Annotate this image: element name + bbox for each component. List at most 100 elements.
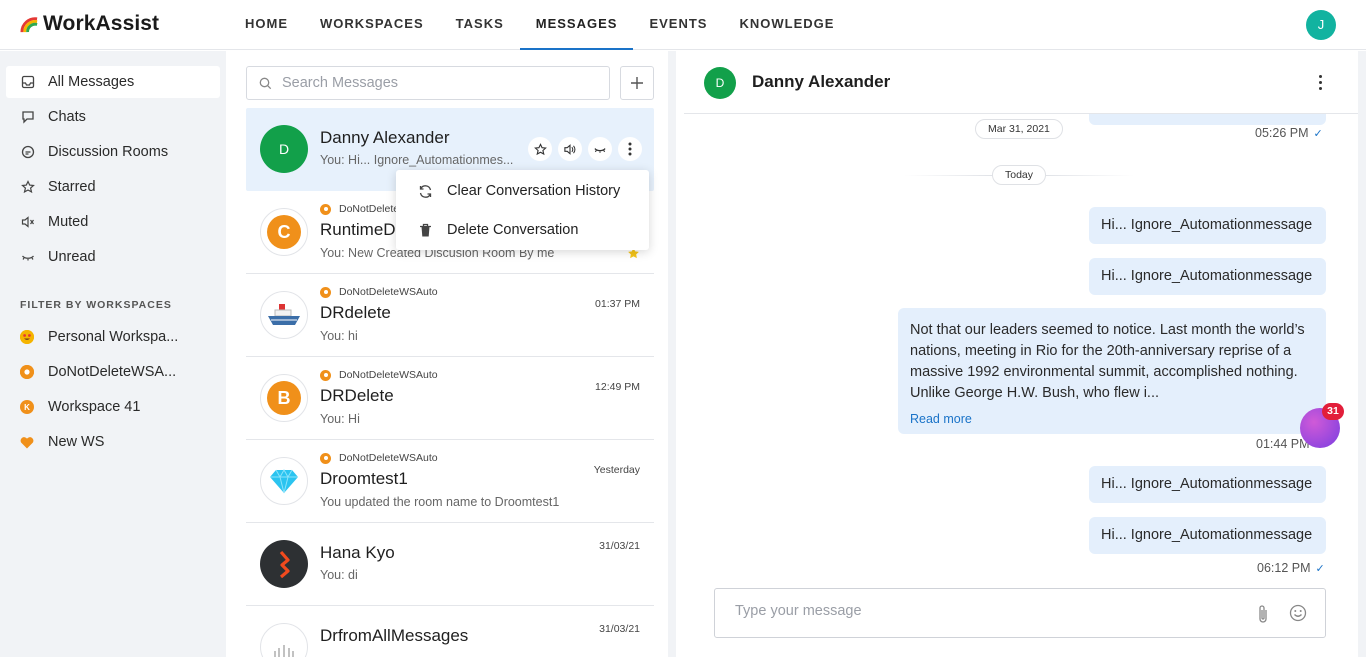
nav-knowledge[interactable]: KNOWLEDGE (723, 0, 850, 50)
message-bubble: Hi... Ignore_Automationmessage (1089, 258, 1326, 295)
sidebar-item-starred[interactable]: Starred (6, 171, 220, 203)
conversation-item-drdelete[interactable]: DoNotDeleteWSAuto DRdelete You: hi 01:37… (246, 274, 654, 357)
message-input[interactable] (735, 603, 1235, 619)
delete-conversation-menu-item[interactable]: Delete Conversation (396, 211, 649, 249)
workspace-filter-personal[interactable]: Personal Workspa... (6, 321, 220, 353)
eye-closed-icon (20, 249, 36, 265)
conversation-quick-actions (528, 137, 642, 161)
conversation-preview: You: Hi (320, 412, 360, 426)
avatar: B (260, 374, 308, 422)
read-check-icon: ✓ (1313, 127, 1323, 140)
star-conversation-button[interactable] (528, 137, 552, 161)
conversation-item-drfromallmessages[interactable]: DrfromAllMessages 31/03/21 (246, 606, 654, 657)
group-icon (260, 623, 308, 657)
ring-icon (320, 369, 331, 381)
notification-count-badge: 31 (1322, 403, 1344, 420)
nav-home[interactable]: HOME (229, 0, 304, 50)
trash-icon (417, 223, 433, 238)
sidebar-item-label: Unread (48, 249, 96, 265)
sidebar-item-label: All Messages (48, 74, 135, 90)
main-nav: HOME WORKSPACES TASKS MESSAGES EVENTS KN… (229, 0, 850, 50)
conversation-workspace: DoNotDeleteWSAuto (320, 286, 438, 298)
contact-name[interactable]: Danny Alexander (752, 72, 890, 92)
nav-tasks[interactable]: TASKS (440, 0, 520, 50)
nav-events[interactable]: EVENTS (633, 0, 723, 50)
sidebar-item-unread[interactable]: Unread (6, 241, 220, 273)
workspace-filter-donotdelete[interactable]: DoNotDeleteWSA... (6, 356, 220, 388)
app-name: WorkAssist (43, 12, 160, 35)
conversation-list-panel: D Danny Alexander You: Hi... Ignore_Auto… (226, 51, 676, 657)
sidebar-item-label: Discussion Rooms (48, 144, 169, 160)
emoji-icon[interactable] (1289, 604, 1307, 622)
conversation-name: Droomtest1 (320, 469, 408, 488)
conversation-item-droomtest1[interactable]: DoNotDeleteWSAuto Droomtest1 You updated… (246, 440, 654, 523)
search-box[interactable] (246, 66, 610, 100)
mark-unread-button[interactable] (588, 137, 612, 161)
conversation-preview: You: di (320, 568, 358, 582)
workspace-filter-new-ws[interactable]: New WS (6, 426, 220, 458)
conversation-time: 31/03/21 (599, 623, 640, 635)
message-time: 06:12 PM ✓ (1257, 561, 1325, 575)
read-more-link[interactable]: Read more (910, 409, 1314, 430)
ship-icon (260, 291, 308, 339)
clear-history-menu-item[interactable]: Clear Conversation History (396, 172, 649, 210)
new-conversation-button[interactable] (620, 66, 654, 100)
sidebar-item-label: Starred (48, 179, 96, 195)
paperclip-icon[interactable] (1254, 604, 1272, 624)
message-bubble: Hi... Ignore_Automationmessage (1089, 466, 1326, 503)
app-logo[interactable]: WorkAssist (20, 11, 159, 37)
plus-icon (631, 77, 643, 89)
conversation-preview: You: hi (320, 329, 358, 343)
ring-icon (320, 286, 331, 298)
inbox-icon (20, 74, 36, 90)
conversation-name: Danny Alexander (320, 128, 450, 147)
workspace-label: Workspace 41 (48, 399, 141, 415)
contact-avatar[interactable]: D (704, 67, 736, 99)
sidebar-item-chats[interactable]: Chats (6, 101, 220, 133)
mute-conversation-button[interactable] (558, 137, 582, 161)
star-icon (533, 142, 547, 155)
conversation-time: 12:49 PM (595, 381, 640, 393)
sidebar-item-all-messages[interactable]: All Messages (6, 66, 220, 98)
search-input[interactable] (282, 75, 582, 91)
message-time: 05:26 PM ✓ (1255, 126, 1323, 140)
user-avatar[interactable]: J (1306, 10, 1336, 40)
conversation-item-drdelete-b[interactable]: B DoNotDeleteWSAuto DRDelete You: Hi 12:… (246, 357, 654, 440)
refresh-icon (417, 184, 433, 199)
conversation-time: 31/03/21 (599, 540, 640, 552)
rainbow-logo-icon (20, 16, 38, 32)
kebab-icon (628, 142, 632, 156)
message-bubble: Not that our leaders seemed to notice. L… (898, 308, 1326, 434)
message-bubble: Hi... Ignore_Automationmessage (1089, 207, 1326, 244)
sidebar-item-label: Muted (48, 214, 89, 230)
filter-by-workspaces-heading: FILTER BY WORKSPACES (20, 299, 172, 311)
workspace-label: Personal Workspa... (48, 329, 179, 345)
more-options-button[interactable] (618, 137, 642, 161)
conversation-name: DRdelete (320, 303, 391, 322)
conversation-time: 01:37 PM (595, 298, 640, 310)
conversation-item-hana-kyo[interactable]: Hana Kyo You: di 31/03/21 (246, 523, 654, 606)
conversation-name: RuntimeDr (320, 220, 402, 239)
chat-scrollbar-track[interactable] (1358, 51, 1366, 657)
emoji-face-icon (20, 330, 34, 344)
search-icon (259, 77, 272, 89)
conversation-context-menu: Clear Conversation History Delete Conver… (396, 170, 649, 250)
workspace-letter-icon: K (20, 400, 34, 414)
message-composer (714, 588, 1326, 638)
chat-bubble-icon (20, 109, 36, 125)
discussion-icon (20, 144, 36, 160)
sidebar-item-discussion-rooms[interactable]: Discussion Rooms (6, 136, 220, 168)
conversation-workspace: DoNotDeleteWSAuto (320, 452, 438, 464)
star-icon (20, 179, 36, 195)
conversation-time: Yesterday (593, 464, 640, 476)
chat-header: D Danny Alexander (684, 51, 1366, 114)
sidebar-item-muted[interactable]: Muted (6, 206, 220, 238)
diamond-icon (260, 457, 308, 505)
chat-options-button[interactable] (1310, 69, 1330, 95)
workspace-label: New WS (48, 434, 105, 450)
nav-workspaces[interactable]: WORKSPACES (304, 0, 440, 50)
nav-messages[interactable]: MESSAGES (519, 0, 634, 50)
workspace-filter-workspace-41[interactable]: K Workspace 41 (6, 391, 220, 423)
list-scrollbar[interactable] (668, 108, 673, 312)
avatar: C (260, 208, 308, 256)
